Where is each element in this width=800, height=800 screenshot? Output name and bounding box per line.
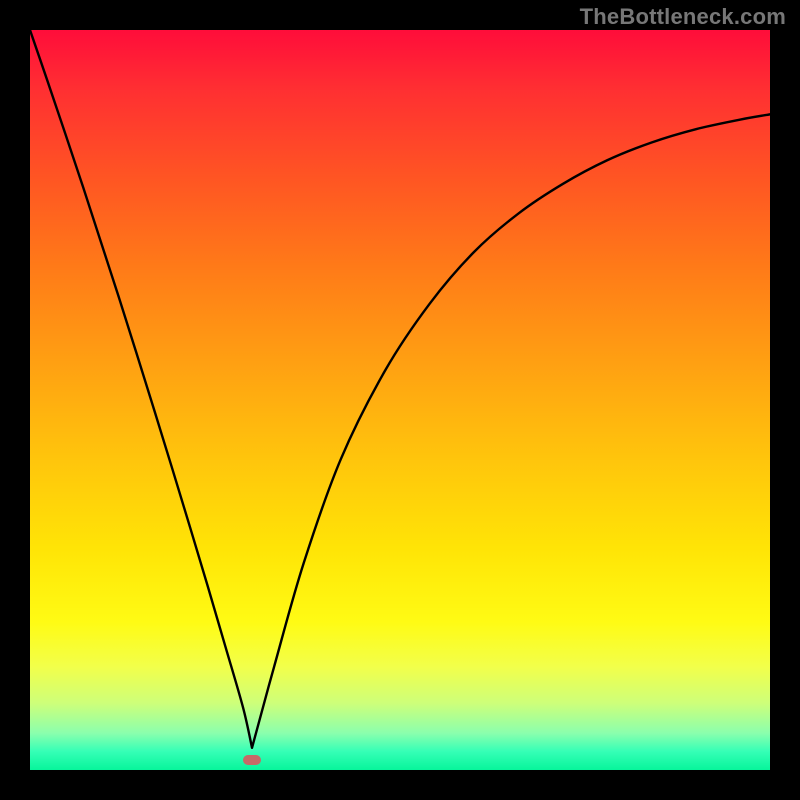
minimum-marker [243,755,261,765]
chart-frame: TheBottleneck.com [0,0,800,800]
curve-svg [30,30,770,770]
curve-path [30,30,770,748]
watermark-text: TheBottleneck.com [580,4,786,30]
plot-area [30,30,770,770]
